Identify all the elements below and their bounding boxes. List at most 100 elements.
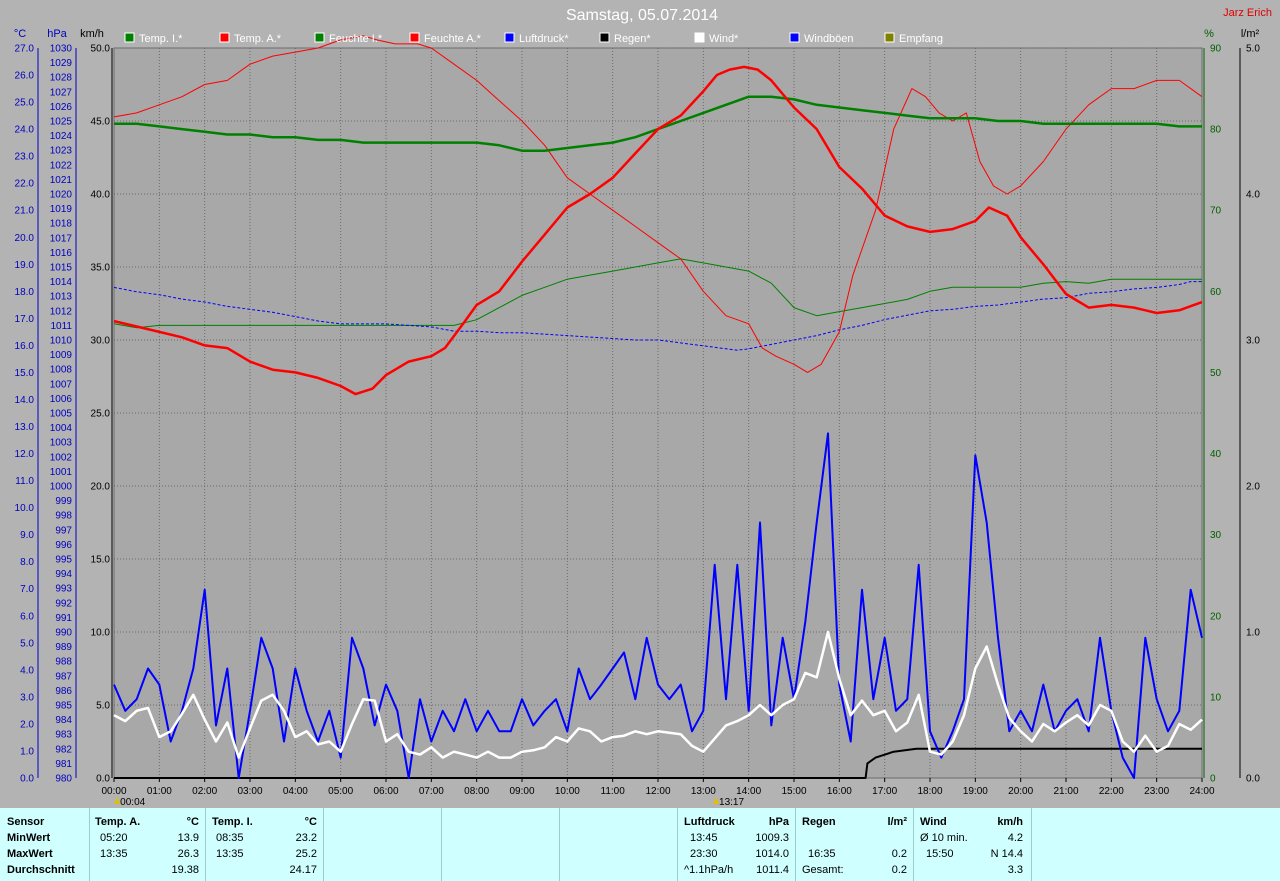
x-tick-label: 12:00 xyxy=(645,786,670,797)
temp-a-min-time: 05:20 xyxy=(100,832,128,844)
temp-i-min-time: 08:35 xyxy=(216,832,244,844)
legend-label: Wind* xyxy=(709,33,739,45)
pressure-tick-label: 1012 xyxy=(50,306,73,317)
pressure-tick-label: 1016 xyxy=(50,248,73,259)
temp-tick-label: 20.0 xyxy=(15,233,35,244)
pressure-tick-label: 1026 xyxy=(50,102,73,113)
humidity-tick-label: 10 xyxy=(1210,692,1222,703)
stats-col-wind: Wind km/h Ø 10 min. 4.2 15:50 N 14.4 3.3 xyxy=(914,808,1032,881)
marker-label: 13:17 xyxy=(719,797,744,808)
pressure-tick-label: 1005 xyxy=(50,409,73,420)
temp-a-header: Temp. A. xyxy=(95,816,141,828)
pressure-tick-label: 1024 xyxy=(50,131,73,142)
wind-max-time: 15:50 xyxy=(926,848,954,860)
rain-tick-label: 3.0 xyxy=(1246,336,1260,347)
pressure-unit: hPa xyxy=(768,816,789,828)
legend-swatch xyxy=(789,32,800,43)
humidity-tick-label: 40 xyxy=(1210,449,1222,460)
pressure-tick-label: 992 xyxy=(55,598,72,609)
temp-tick-label: 17.0 xyxy=(15,314,35,325)
chart-title: Samstag, 05.07.2014 xyxy=(566,7,718,24)
temp-tick-label: 12.0 xyxy=(15,449,35,460)
stats-col-temp-a: Temp. A. °C 05:20 13.9 13:35 26.3 19.38 xyxy=(90,808,206,881)
wind-day-avg-value: 3.3 xyxy=(1007,864,1023,876)
wind-avg10-value: 4.2 xyxy=(1007,832,1023,844)
legend-label: Windböen xyxy=(804,33,854,45)
pressure-tick-label: 984 xyxy=(55,715,72,726)
x-tick-label: 14:00 xyxy=(736,786,761,797)
temp-tick-label: 18.0 xyxy=(15,287,35,298)
x-tick-label: 23:00 xyxy=(1144,786,1169,797)
legend-swatch xyxy=(124,32,135,43)
stats-sensor-header: Sensor xyxy=(7,816,45,828)
pressure-tick-label: 1025 xyxy=(50,117,73,128)
pressure-tick-label: 981 xyxy=(55,759,72,770)
rain-header: Regen xyxy=(802,816,836,828)
pressure-tick-label: 1001 xyxy=(50,467,73,478)
x-tick-label: 15:00 xyxy=(781,786,806,797)
legend-label: Empfang xyxy=(899,33,943,45)
temp-tick-label: 14.0 xyxy=(15,395,35,406)
pressure-tick-label: 1017 xyxy=(50,233,73,244)
pressure-tick-label: 998 xyxy=(55,511,72,522)
pressure-tick-label: 1015 xyxy=(50,263,73,274)
wind-tick-label: 15.0 xyxy=(91,555,111,566)
stats-col-empty-1 xyxy=(324,808,442,881)
rain-tick-label: 1.0 xyxy=(1246,628,1260,639)
temp-tick-label: 21.0 xyxy=(15,206,35,217)
wind-tick-label: 0.0 xyxy=(96,774,110,785)
x-tick-label: 11:00 xyxy=(601,786,626,797)
pressure-tick-label: 1002 xyxy=(50,452,73,463)
pressure-min-time: 13:45 xyxy=(690,832,718,844)
pressure-tick-label: 1030 xyxy=(50,44,73,55)
wind-tick-label: 35.0 xyxy=(91,263,111,274)
stats-row-max: MaxWert xyxy=(7,848,53,860)
legend-swatch xyxy=(694,32,705,43)
temp-a-max-value: 26.3 xyxy=(177,848,199,860)
temp-a-min-value: 13.9 xyxy=(177,832,199,844)
pressure-min-value: 1009.3 xyxy=(755,832,789,844)
legend-label: Luftdruck* xyxy=(519,33,569,45)
temp-tick-label: 8.0 xyxy=(20,557,34,568)
x-tick-label: 17:00 xyxy=(872,786,897,797)
pressure-tick-label: 1010 xyxy=(50,336,73,347)
x-tick-label: 09:00 xyxy=(509,786,534,797)
temp-tick-label: 24.0 xyxy=(15,125,35,136)
temp-a-avg-value: 19.38 xyxy=(171,864,199,876)
x-tick-label: 18:00 xyxy=(917,786,942,797)
wind-tick-label: 50.0 xyxy=(91,44,111,55)
temp-tick-label: 4.0 xyxy=(20,665,34,676)
temp-tick-label: 11.0 xyxy=(15,476,34,487)
x-tick-label: 16:00 xyxy=(827,786,852,797)
temp-tick-label: 10.0 xyxy=(15,503,35,514)
temp-i-max-time: 13:35 xyxy=(216,848,244,860)
pressure-tick-label: 982 xyxy=(55,744,72,755)
temp-a-unit: °C xyxy=(186,816,199,828)
stats-col-rain: Regen l/m² 16:35 0.2 Gesamt: 0.2 xyxy=(796,808,914,881)
pressure-tick-label: 1019 xyxy=(50,204,73,215)
statistics-panel: Sensor MinWert MaxWert Durchschnitt Temp… xyxy=(0,808,1280,881)
pressure-tick-label: 989 xyxy=(55,642,72,653)
x-tick-label: 06:00 xyxy=(373,786,398,797)
stats-col-sensor: Sensor MinWert MaxWert Durchschnitt xyxy=(0,808,90,881)
wind-header: Wind xyxy=(920,816,947,828)
stats-row-avg: Durchschnitt xyxy=(7,864,75,876)
rain-max-value: 0.2 xyxy=(891,848,907,860)
pressure-header: Luftdruck xyxy=(684,816,735,828)
temp-axis-unit: °C xyxy=(14,28,26,40)
wind-tick-label: 10.0 xyxy=(91,628,111,639)
pressure-tick-label: 1028 xyxy=(50,73,73,84)
legend-label: Temp. I.* xyxy=(139,33,183,45)
pressure-max-time: 23:30 xyxy=(690,848,718,860)
x-tick-label: 00:00 xyxy=(101,786,126,797)
x-tick-label: 08:00 xyxy=(464,786,489,797)
pressure-tick-label: 1020 xyxy=(50,190,73,201)
temp-tick-label: 9.0 xyxy=(20,530,34,541)
pressure-tick-label: 1023 xyxy=(50,146,73,157)
temp-i-max-value: 25.2 xyxy=(295,848,317,860)
legend-swatch xyxy=(599,32,610,43)
pressure-tick-label: 994 xyxy=(55,569,72,580)
pressure-tick-label: 1029 xyxy=(50,58,73,69)
temp-tick-label: 1.0 xyxy=(20,746,34,757)
pressure-axis-unit: hPa xyxy=(47,28,67,40)
